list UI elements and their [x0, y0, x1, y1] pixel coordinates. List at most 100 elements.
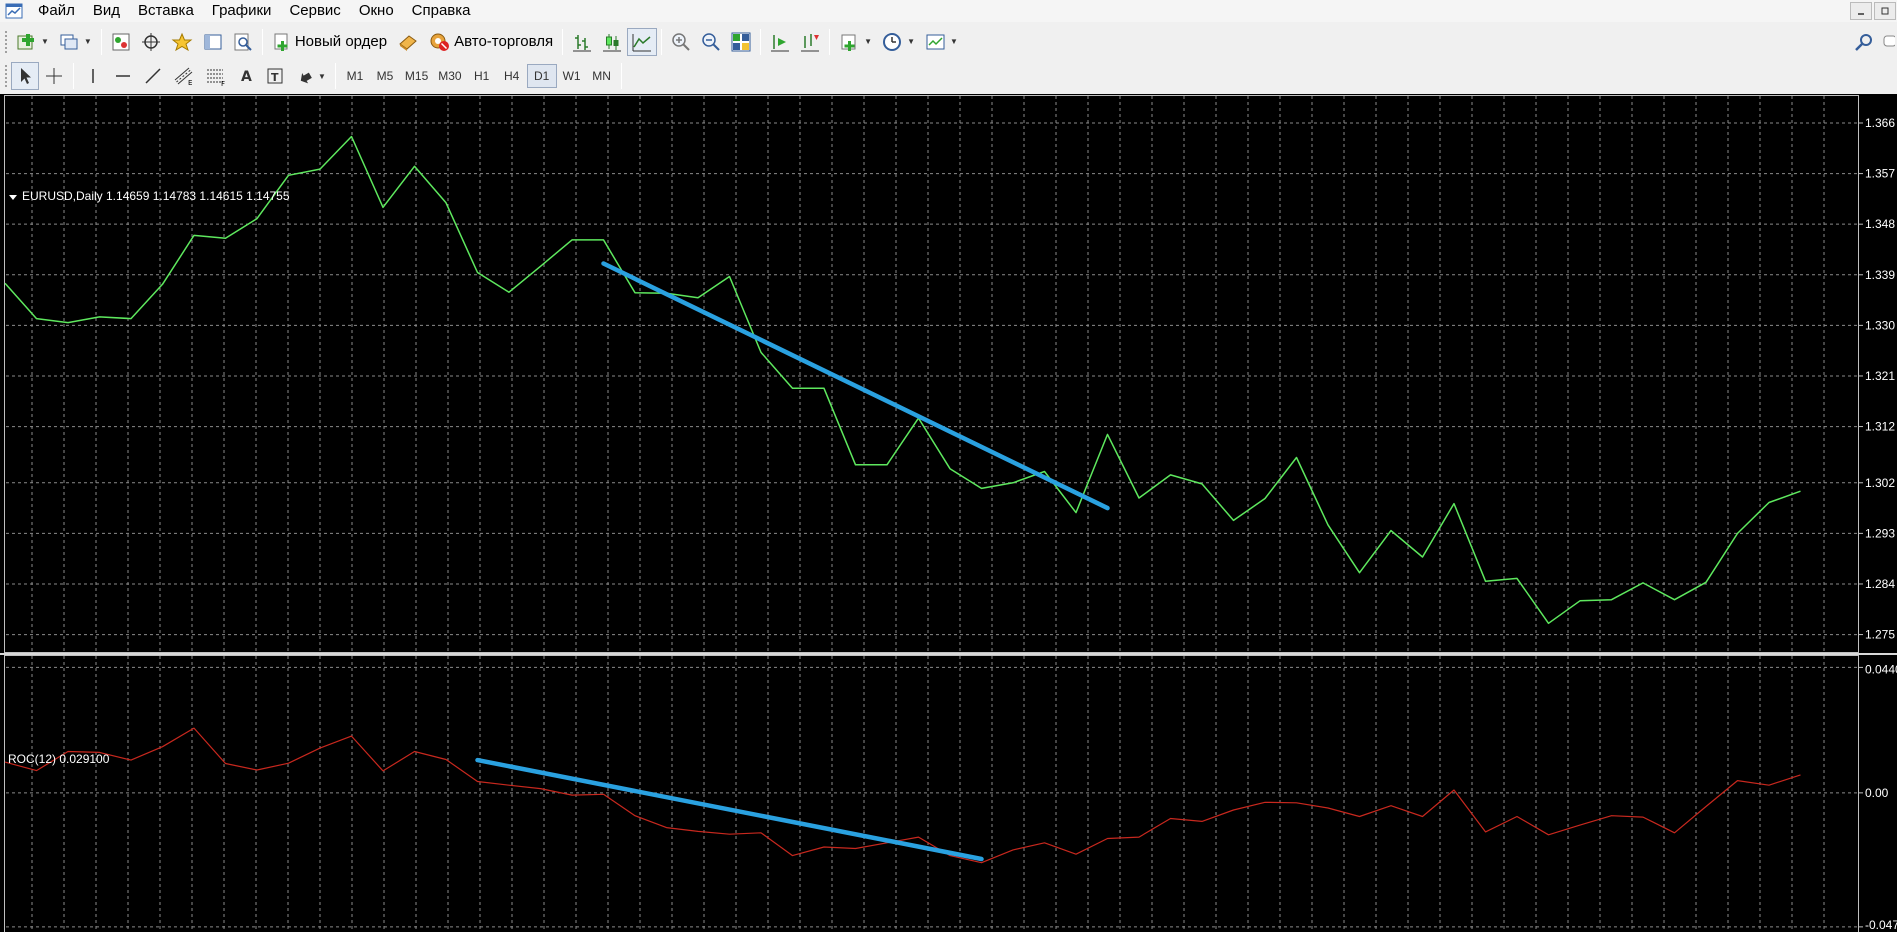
text-tool-icon: A	[241, 69, 252, 85]
bar-chart-button[interactable]	[567, 28, 597, 56]
indicator-grid	[6, 656, 1858, 932]
search-icon	[1855, 33, 1872, 51]
equidistant-channel-button[interactable]: E	[168, 62, 200, 90]
timeframe-m30[interactable]: M30	[433, 64, 466, 88]
indicators-button[interactable]: ▼	[834, 28, 877, 56]
indicator-frame	[4, 655, 1859, 932]
star-folder-icon	[171, 32, 193, 51]
menu-help[interactable]: Справка	[403, 0, 480, 22]
text-label-icon: T	[267, 68, 283, 84]
menu-charts[interactable]: Графики	[203, 0, 281, 22]
channel-icon: E	[174, 67, 192, 86]
price-tick-label: 1.302	[1865, 476, 1895, 490]
indicator-tick-label: 0.00	[1865, 786, 1889, 800]
pane-separator[interactable]	[0, 653, 1897, 655]
price-trendline-group[interactable]	[601, 261, 1110, 511]
new-chart-button[interactable]: ▼	[11, 28, 54, 56]
autoscroll-button[interactable]	[795, 28, 825, 56]
line-chart-icon	[632, 33, 652, 51]
menu-view[interactable]: Вид	[84, 0, 129, 22]
cursor-button[interactable]	[11, 62, 39, 90]
indicator-tick-label: 0.0440	[1865, 662, 1897, 676]
new-order-icon	[274, 33, 288, 51]
terminal-button[interactable]	[198, 28, 228, 56]
zoom-in-button[interactable]	[666, 28, 696, 56]
clock-icon	[883, 32, 902, 51]
main-chart-grid	[6, 96, 1858, 652]
timeframe-d1[interactable]: D1	[526, 64, 557, 88]
svg-text:T: T	[271, 71, 279, 84]
chart-shift-button[interactable]	[765, 28, 795, 56]
fibonacci-button[interactable]: F	[200, 62, 232, 90]
price-tick-label: 1.293	[1865, 526, 1895, 540]
candle-chart-button[interactable]	[597, 28, 627, 56]
timeframe-h4[interactable]: H4	[497, 64, 527, 88]
metaeditor-button[interactable]	[392, 28, 424, 56]
price-tick-label: 1.312	[1865, 420, 1895, 434]
search-button[interactable]	[1849, 28, 1879, 56]
horizontal-line-button[interactable]	[108, 62, 138, 90]
text-label-button[interactable]: T	[260, 62, 290, 90]
tile-windows-button[interactable]	[726, 28, 756, 56]
new-order-button[interactable]: Новый ордер	[267, 28, 392, 56]
chart-window[interactable]: 1.366 1.357 1.348 1.339 1.330 1.321 1.312 1.302…	[0, 94, 1897, 932]
book-icon	[399, 34, 417, 51]
templates-icon	[926, 34, 945, 49]
candlestick-icon	[603, 33, 622, 51]
templates-button[interactable]: ▼	[920, 28, 963, 56]
horizontal-line-icon	[116, 75, 130, 77]
restore-icon	[1881, 7, 1889, 15]
crosshair-icon	[141, 32, 160, 51]
indicator-trendline-group[interactable]	[475, 757, 984, 862]
crosshair-button[interactable]	[39, 62, 69, 90]
menu-window[interactable]: Окно	[350, 0, 403, 22]
price-tick-label: 1.275	[1865, 628, 1895, 642]
minimize-button[interactable]	[1850, 2, 1872, 20]
timeframe-m5[interactable]: M5	[370, 64, 400, 88]
new-chart-icon	[17, 33, 34, 49]
chart-shift-icon	[771, 34, 790, 51]
periods-button[interactable]: ▼	[877, 28, 920, 56]
chevron-down-icon: ▼	[864, 37, 873, 46]
app-icon[interactable]	[4, 2, 24, 20]
navigator-button[interactable]	[166, 28, 198, 56]
market-watch-button[interactable]	[106, 28, 136, 56]
profiles-button[interactable]: ▼	[54, 28, 97, 56]
price-tick-label: 1.357	[1865, 167, 1895, 181]
toolbar-grip[interactable]	[4, 29, 8, 54]
line-chart-button[interactable]	[627, 27, 658, 56]
menu-insert[interactable]: Вставка	[129, 0, 203, 22]
chat-button[interactable]	[1879, 28, 1897, 56]
restore-button[interactable]	[1874, 2, 1896, 20]
timeframe-w1[interactable]: W1	[557, 64, 587, 88]
trendline-button[interactable]	[138, 62, 168, 90]
chart-menu-triangle-icon[interactable]	[9, 195, 17, 200]
arrows-button[interactable]: ▼	[290, 62, 331, 90]
cursor-arrow-icon	[21, 68, 31, 84]
timeframe-mn[interactable]: MN	[587, 64, 617, 88]
magnifier-document-icon	[234, 33, 252, 51]
indicator-axis: 0.0440 0.00 -0.047	[1858, 662, 1897, 932]
data-window-button[interactable]	[136, 28, 166, 56]
autotrading-button[interactable]: Авто-торговля	[424, 28, 558, 56]
main-chart-label: EURUSD,Daily 1.14659 1.14783 1.14615 1.1…	[22, 189, 290, 203]
line-studies-toolbar: E F A T ▼ M1 M5 M15 M30 H1 H4 D1 W1 MN	[0, 60, 1897, 92]
fibonacci-icon: F	[207, 69, 225, 86]
price-series	[4, 135, 1801, 625]
price-tick-label: 1.339	[1865, 268, 1895, 282]
price-trendline[interactable]	[601, 261, 1110, 511]
timeframe-m15[interactable]: M15	[400, 64, 433, 88]
chart-canvas[interactable]: 1.366 1.357 1.348 1.339 1.330 1.321 1.312 1.302…	[0, 94, 1897, 932]
text-button[interactable]: A	[232, 62, 260, 90]
vertical-line-button[interactable]	[78, 62, 108, 90]
menu-file[interactable]: Файл	[30, 0, 84, 22]
chart-frames	[0, 95, 1897, 932]
zoom-out-button[interactable]	[696, 28, 726, 56]
price-line	[4, 135, 1801, 625]
toolbar-grip[interactable]	[4, 64, 8, 88]
indicator-trendline[interactable]	[475, 757, 984, 862]
strategy-tester-button[interactable]	[228, 28, 258, 56]
menu-tools[interactable]: Сервис	[280, 0, 349, 22]
timeframe-m1[interactable]: M1	[340, 64, 370, 88]
timeframe-h1[interactable]: H1	[467, 64, 497, 88]
